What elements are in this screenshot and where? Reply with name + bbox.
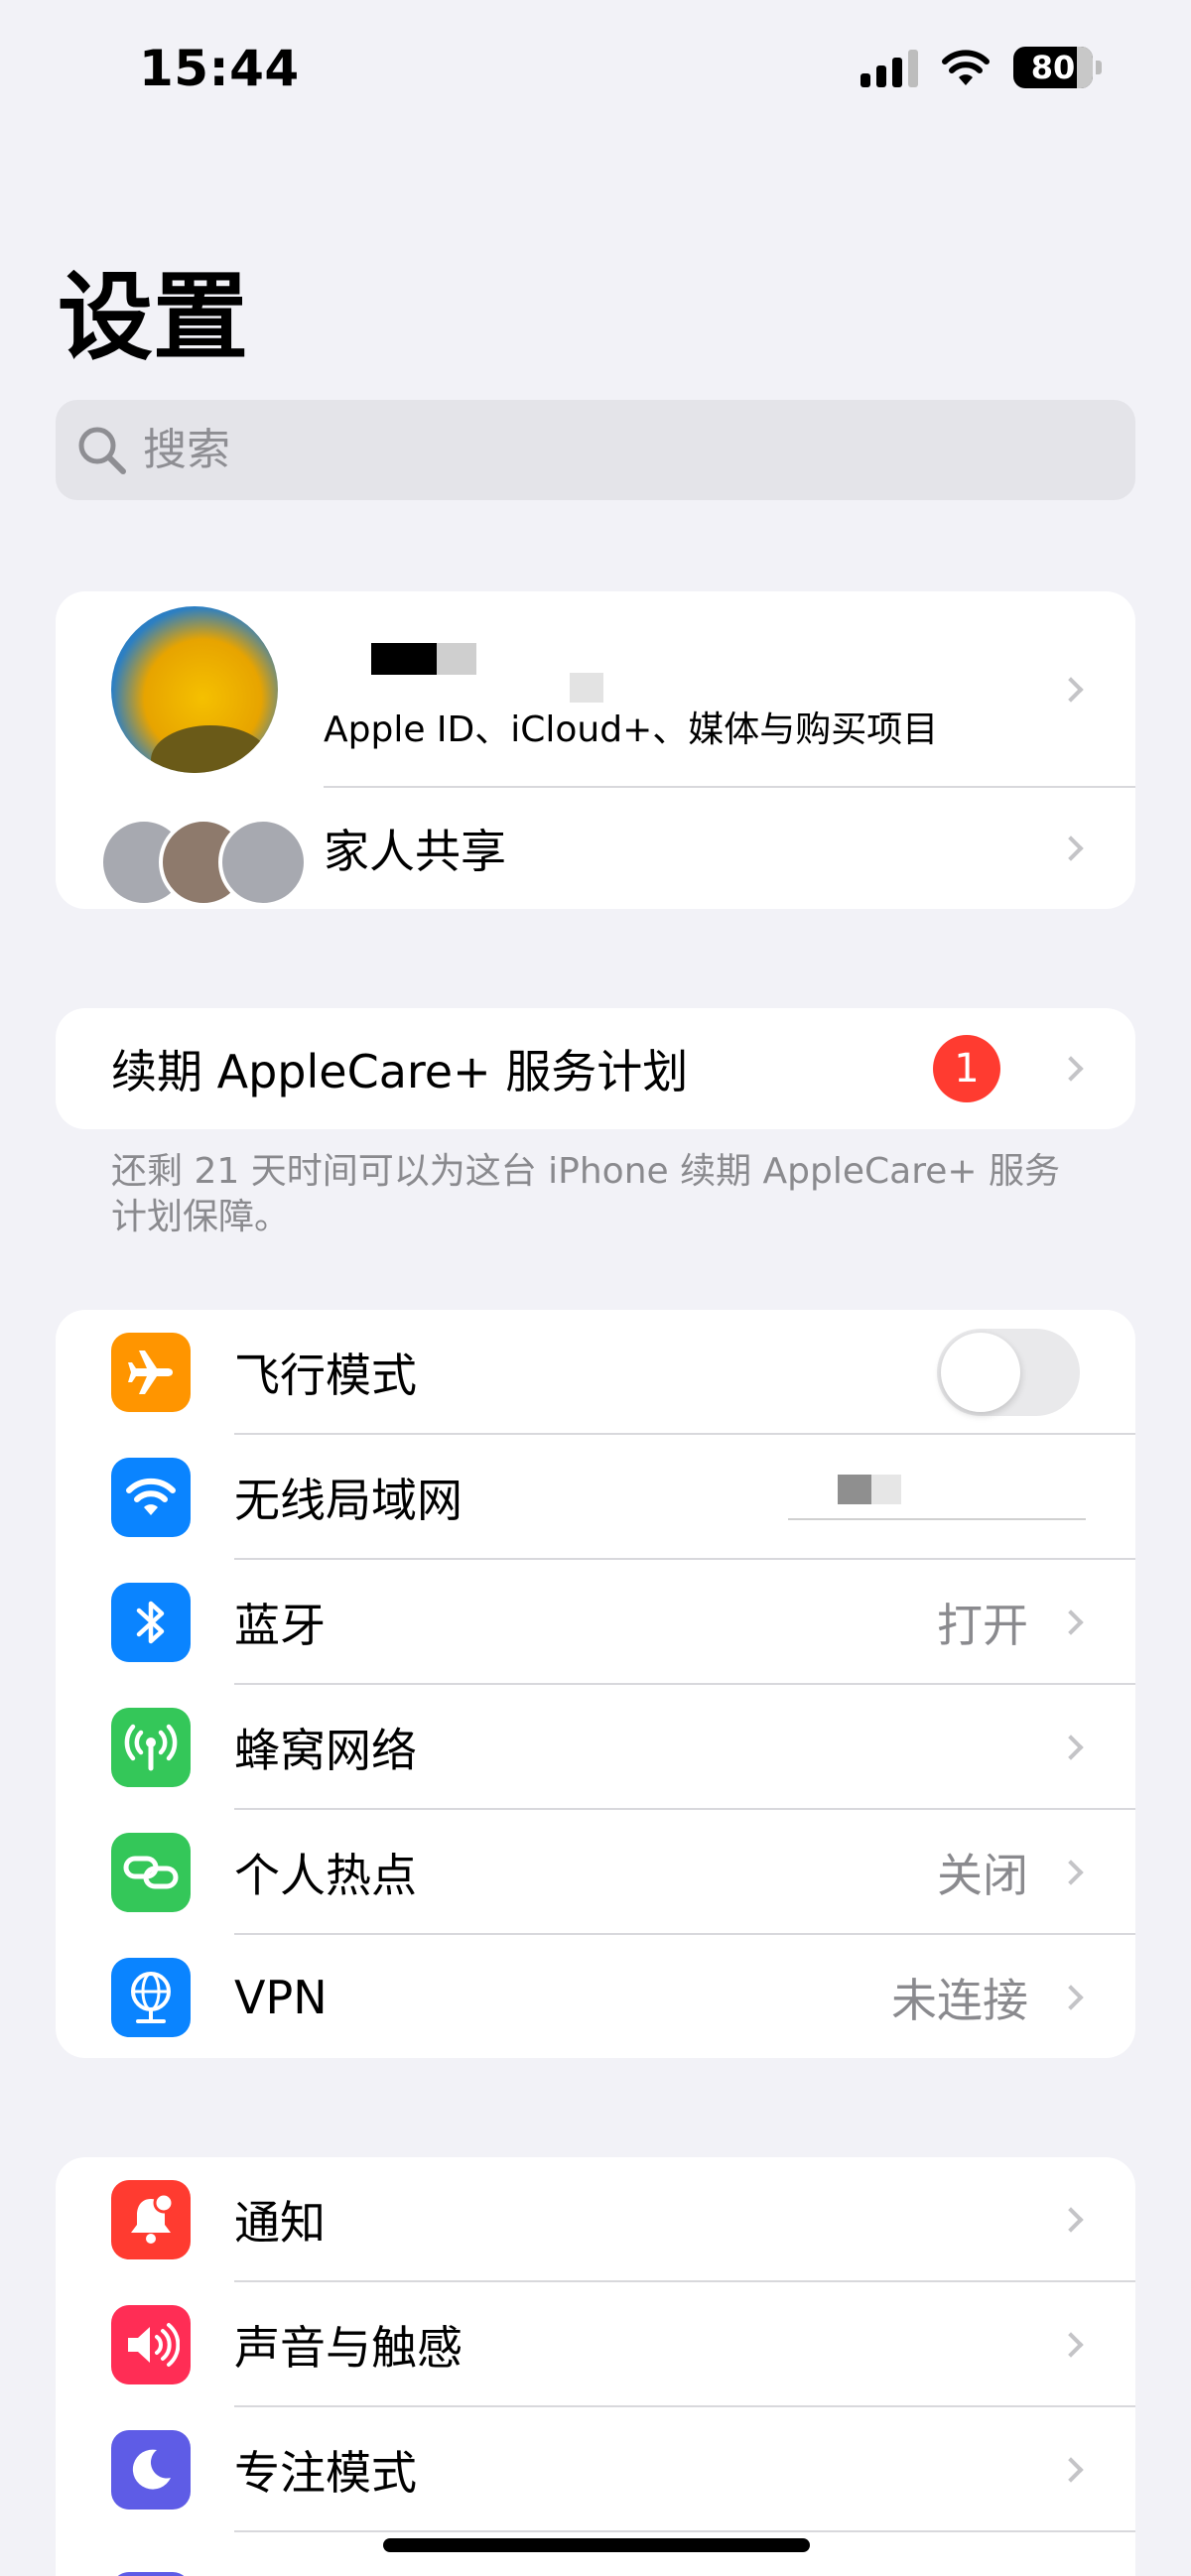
cellular-row[interactable]: 蜂窝网络 [56,1685,1135,1810]
applecare-group: 续期 AppleCare+ 服务计划 1 [56,1008,1135,1129]
family-sharing-label: 家人共享 [324,825,506,878]
notifications-label: 通知 [234,2196,326,2250]
status-icons: 80 [860,46,1102,89]
chevron-right-icon [1058,2457,1084,2483]
airplane-icon [111,1333,191,1412]
chevron-right-icon [1058,2207,1084,2233]
chevron-right-icon [1058,1985,1084,2010]
redacted-mark [570,673,603,703]
speaker-icon [111,2305,191,2384]
wifi-label: 无线局域网 [234,1474,463,1527]
chevron-right-icon [1058,2332,1084,2358]
wifi-icon [111,1458,191,1537]
vpn-label: VPN [234,1971,328,2024]
chevron-right-icon [1058,677,1084,703]
cellular-icon [111,1708,191,1787]
airplane-mode-row[interactable]: 飞行模式 [56,1310,1135,1435]
profile-group: Apple ID、iCloud+、媒体与购买项目 家人共享 [56,591,1135,909]
battery-icon: 80 [1013,47,1102,88]
status-time: 15:44 [139,40,300,97]
applecare-label: 续期 AppleCare+ 服务计划 [111,1045,689,1098]
airplane-mode-label: 飞行模式 [234,1349,417,1402]
vpn-status: 未连接 [891,1974,1028,2027]
avatar [111,606,278,773]
wifi-row[interactable]: 无线局域网 [56,1435,1135,1560]
redacted-network-name-gray [871,1475,901,1504]
hotspot-icon [111,1833,191,1912]
sounds-row[interactable]: 声音与触感 [56,2282,1135,2407]
bluetooth-status: 打开 [937,1599,1028,1652]
hotspot-row[interactable]: 个人热点 关闭 [56,1810,1135,1935]
chevron-right-icon [1058,1860,1084,1885]
redaction-line [788,1518,1086,1520]
focus-row[interactable]: 专注模式 [56,2407,1135,2532]
page-title: 设置 [58,262,248,373]
applecare-row[interactable]: 续期 AppleCare+ 服务计划 1 [56,1008,1135,1129]
family-sharing-row[interactable]: 家人共享 [56,788,1135,909]
bluetooth-row[interactable]: 蓝牙 打开 [56,1560,1135,1685]
search-icon [78,427,126,474]
search-bar[interactable] [56,400,1135,500]
redacted-name-gray [437,643,476,675]
hotspot-status: 关闭 [937,1849,1028,1902]
status-bar: 15:44 80 [0,0,1191,139]
apple-id-row[interactable]: Apple ID、iCloud+、媒体与购买项目 [56,591,1135,788]
wifi-status-icon [942,50,990,85]
cellular-label: 蜂窝网络 [234,1724,417,1777]
chevron-right-icon [1058,1735,1084,1760]
connectivity-group: 飞行模式 无线局域网 蓝牙 打开 蜂窝网络 个人热点 关闭 VPN 未连接 [56,1310,1135,2058]
chevron-right-icon [1058,1610,1084,1635]
vpn-icon [111,1958,191,2037]
chevron-right-icon [1058,1056,1084,1082]
sounds-label: 声音与触感 [234,2321,463,2375]
moon-icon [111,2430,191,2510]
cellular-signal-icon [860,48,918,87]
hotspot-label: 个人热点 [234,1849,417,1902]
chevron-right-icon [1058,836,1084,861]
home-indicator [383,2538,810,2552]
vpn-row[interactable]: VPN 未连接 [56,1935,1135,2058]
applecare-note: 还剩 21 天时间可以为这台 iPhone 续期 AppleCare+ 服务计划… [111,1151,1060,1237]
family-avatars [99,814,308,909]
apple-id-subtitle: Apple ID、iCloud+、媒体与购买项目 [324,709,939,750]
battery-level: 80 [1030,49,1076,86]
search-input[interactable] [143,425,1036,475]
airplane-mode-toggle[interactable] [937,1329,1080,1416]
general-group: 通知 声音与触感 专注模式 [56,2157,1135,2576]
screen-time-icon [111,2572,191,2576]
bell-icon [111,2180,191,2259]
bluetooth-label: 蓝牙 [234,1599,326,1652]
notifications-row[interactable]: 通知 [56,2157,1135,2282]
redacted-network-name [838,1475,871,1504]
focus-label: 专注模式 [234,2446,417,2500]
redacted-name [371,643,437,675]
bluetooth-icon [111,1583,191,1662]
notification-badge: 1 [933,1035,1000,1102]
